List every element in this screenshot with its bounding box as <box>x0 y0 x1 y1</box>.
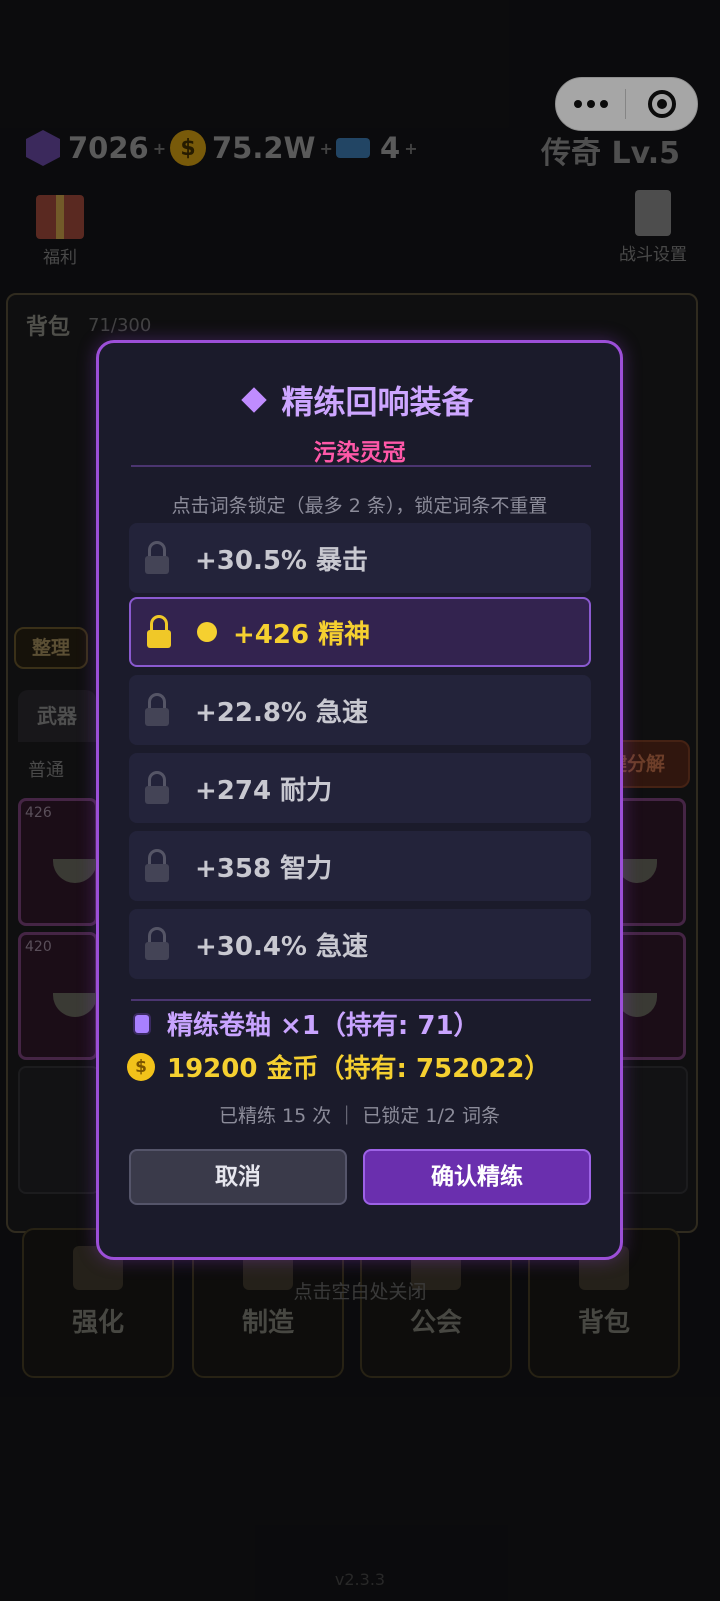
affix-row[interactable]: +358 智力 <box>129 831 591 901</box>
affix-text: +426 精神 <box>233 619 371 650</box>
affix-row[interactable]: +30.5% 暴击 <box>129 523 591 593</box>
affix-text: +22.8% 急速 <box>195 697 369 728</box>
cancel-button[interactable]: 取消 <box>129 1149 347 1205</box>
locked-dot-icon <box>197 622 217 642</box>
diamond-icon <box>241 387 268 413</box>
lock-open-icon <box>145 693 169 727</box>
modal-title-text: 精练回响装备 <box>281 383 474 421</box>
affix-row[interactable]: +22.8% 急速 <box>129 675 591 745</box>
coin-icon: $ <box>127 1052 155 1081</box>
scroll-cost: 精练卷轴 ×1（持有: 71） <box>135 1005 480 1042</box>
lock-open-icon <box>145 927 169 961</box>
affix-row[interactable]: +30.4% 急速 <box>129 909 591 979</box>
gold-cost: $ 19200 金币（持有: 752022） <box>127 1048 551 1085</box>
affix-text: +30.5% 暴击 <box>195 545 369 576</box>
lock-open-icon <box>145 771 169 805</box>
lock-open-icon <box>145 849 169 883</box>
lock-hint: 点击词条锁定（最多 2 条），锁定词条不重置 <box>171 495 548 517</box>
scroll-cost-text: 精练卷轴 ×1（持有: 71） <box>167 1011 480 1041</box>
lock-closed-icon <box>147 615 171 649</box>
refine-modal: 精练回响装备 污染灵冠 点击词条锁定（最多 2 条），锁定词条不重置 +30.5… <box>96 340 623 1260</box>
affix-text: +274 耐力 <box>195 775 333 806</box>
lock-open-icon <box>145 541 169 575</box>
affix-text: +30.4% 急速 <box>195 931 369 962</box>
affix-row-locked[interactable]: +426 精神 <box>129 597 591 667</box>
divider <box>131 465 591 467</box>
refine-stats: 已精练 15 次 ｜ 已锁定 1/2 词条 <box>219 1105 500 1127</box>
refine-scroll-icon <box>135 1014 149 1033</box>
modal-title: 精练回响装备 <box>99 377 620 423</box>
item-name: 污染灵冠 <box>313 440 406 466</box>
divider <box>131 999 591 1001</box>
confirm-refine-button[interactable]: 确认精练 <box>363 1149 591 1205</box>
affix-row[interactable]: +274 耐力 <box>129 753 591 823</box>
affix-text: +358 智力 <box>195 853 333 884</box>
gold-cost-text: 19200 金币（持有: 752022） <box>167 1054 551 1084</box>
